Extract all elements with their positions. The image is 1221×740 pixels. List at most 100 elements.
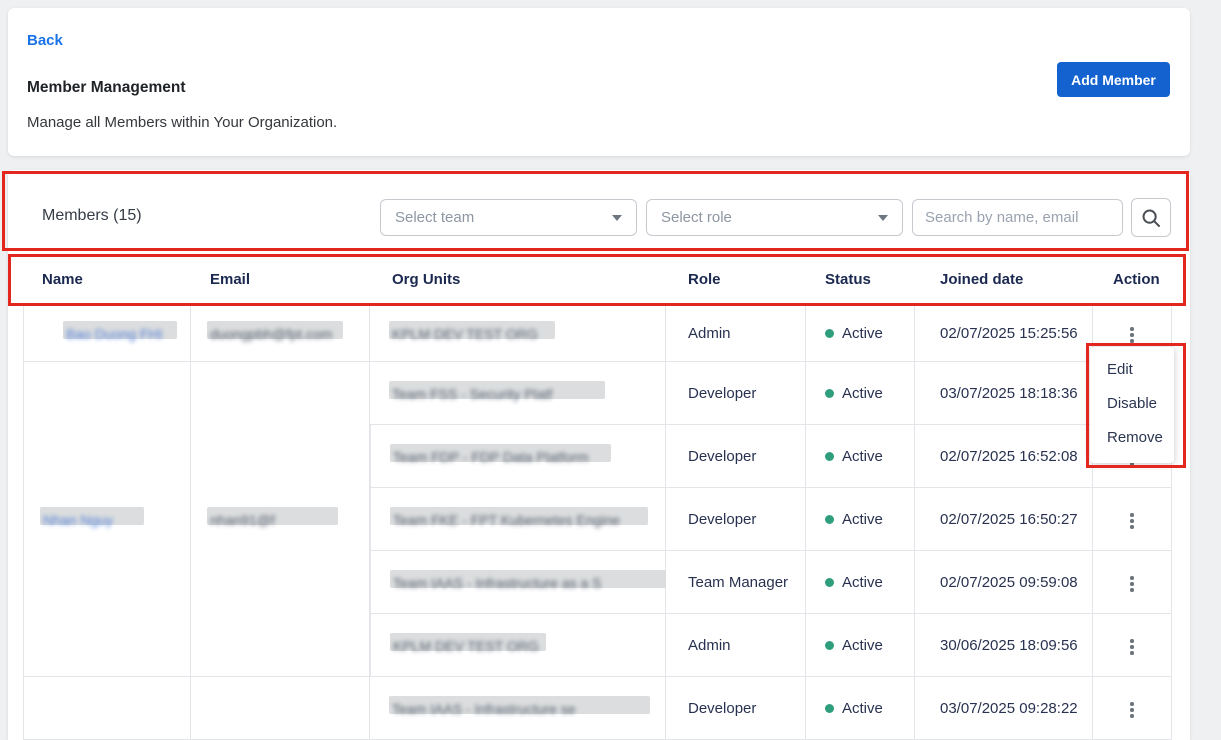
column-header-name: Name [23,255,191,305]
member-name-cell [23,677,191,740]
status-dot-icon [825,389,834,398]
org-unit-cell: Team FDP - FDP Data Platform [370,425,666,488]
redacted-email: nhan91@f [210,509,335,529]
table-header-row: Name Email Org Units Role Status Joined … [23,255,1172,305]
page-title: Member Management [27,79,185,97]
back-link[interactable]: Back [27,32,63,49]
status-cell: Active [806,677,915,740]
org-unit-cell: Team IAAS - Infrastructure as a S [370,551,666,614]
column-header-email: Email [191,255,370,305]
members-table: Name Email Org Units Role Status Joined … [23,255,1172,740]
status-dot-icon [825,515,834,524]
joined-date-cell: 02/07/2025 15:25:56 [915,305,1093,362]
redacted-name[interactable]: Nhan Nguy [43,509,141,529]
status-dot-icon [825,329,834,338]
status-dot-icon [825,641,834,650]
status-cell: Active [806,362,915,425]
search-input[interactable] [912,199,1123,236]
table-row: Bao Duong FHI duongpbh@fpt.com KPLM DEV … [23,305,1172,362]
redacted-org-unit: Team IAAS - Infrastructure as a S [393,572,663,592]
role-cell: Admin [666,305,806,362]
search-button[interactable] [1131,198,1171,237]
action-cell [1093,551,1172,614]
joined-date-cell: 03/07/2025 09:28:22 [915,677,1093,740]
chevron-down-icon [612,215,622,221]
status-dot-icon [825,452,834,461]
search-icon [1141,208,1161,228]
status-dot-icon [825,704,834,713]
joined-date-cell: 02/07/2025 09:59:08 [915,551,1093,614]
kebab-menu-icon[interactable] [1120,570,1144,598]
status-label: Active [842,511,883,528]
status-cell: Active [806,425,915,488]
menu-item-remove[interactable]: Remove [1090,421,1174,455]
joined-date-cell: 02/07/2025 16:52:08 [915,425,1093,488]
joined-date-cell: 03/07/2025 18:18:36 [915,362,1093,425]
member-name-cell: Nhan Nguy [23,362,191,677]
role-cell: Developer [666,677,806,740]
table-row: Team IAAS - Infrastructure se Developer … [23,677,1172,740]
status-label: Active [842,325,883,342]
org-unit-cell: Team FSS - Security Platf [370,362,666,425]
joined-date-cell: 30/06/2025 18:09:56 [915,614,1093,677]
action-cell [1093,614,1172,677]
org-unit-cell: KPLM DEV TEST ORG [370,305,666,362]
status-cell: Active [806,488,915,551]
redacted-name[interactable]: Bao Duong FHI [66,323,174,343]
page-subtitle: Manage all Members within Your Organizat… [27,114,337,131]
action-cell [1093,677,1172,740]
status-label: Active [842,700,883,717]
member-email-cell: nhan91@f [191,362,370,677]
member-email-cell [191,677,370,740]
role-cell: Developer [666,362,806,425]
role-cell: Developer [666,488,806,551]
column-header-status: Status [806,255,915,305]
joined-date-cell: 02/07/2025 16:50:27 [915,488,1093,551]
member-name-cell: Bao Duong FHI [23,305,191,362]
team-select[interactable]: Select team [380,199,637,236]
kebab-menu-icon[interactable] [1120,696,1144,724]
menu-item-disable[interactable]: Disable [1090,387,1174,421]
team-select-placeholder: Select team [395,209,474,226]
status-label: Active [842,574,883,591]
add-member-button[interactable]: Add Member [1057,62,1170,97]
kebab-menu-icon[interactable] [1120,633,1144,661]
redacted-email: duongpbh@fpt.com [210,323,340,343]
members-count-label: Members (15) [42,207,142,225]
status-dot-icon [825,578,834,587]
column-header-org-units: Org Units [370,255,666,305]
role-cell: Team Manager [666,551,806,614]
status-label: Active [842,385,883,402]
menu-item-edit[interactable]: Edit [1090,353,1174,387]
status-cell: Active [806,551,915,614]
members-card: Members (15) Select team Select role [8,170,1190,740]
role-cell: Admin [666,614,806,677]
kebab-menu-icon[interactable] [1120,321,1144,349]
column-header-role: Role [666,255,806,305]
table-row: Nhan Nguy nhan91@f Team FSS - Security P… [23,362,1172,425]
kebab-menu-icon[interactable] [1120,507,1144,535]
redacted-org-unit: Team FSS - Security Platf [392,383,602,403]
role-cell: Developer [666,425,806,488]
status-label: Active [842,637,883,654]
role-select[interactable]: Select role [646,199,903,236]
redacted-org-unit: KPLM DEV TEST ORG [392,323,552,343]
row-action-menu: Edit Disable Remove [1090,347,1174,463]
redacted-org-unit: Team IAAS - Infrastructure se [392,698,647,718]
status-cell: Active [806,614,915,677]
redacted-org-unit: Team FKE - FPT Kubernetes Engine [393,509,645,529]
redacted-org-unit: KPLM DEV TEST ORG [393,635,543,655]
member-management-page: Back Member Management Manage all Member… [0,0,1221,740]
role-select-placeholder: Select role [661,209,732,226]
org-unit-cell: Team FKE - FPT Kubernetes Engine [370,488,666,551]
org-unit-cell: KPLM DEV TEST ORG [370,614,666,677]
page-header-card: Back Member Management Manage all Member… [8,8,1190,156]
column-header-action: Action [1093,255,1172,305]
org-unit-cell: Team IAAS - Infrastructure se [370,677,666,740]
chevron-down-icon [878,215,888,221]
member-email-cell: duongpbh@fpt.com [191,305,370,362]
action-cell [1093,488,1172,551]
redacted-org-unit: Team FDP - FDP Data Platform [393,446,608,466]
column-header-joined-date: Joined date [915,255,1093,305]
status-label: Active [842,448,883,465]
